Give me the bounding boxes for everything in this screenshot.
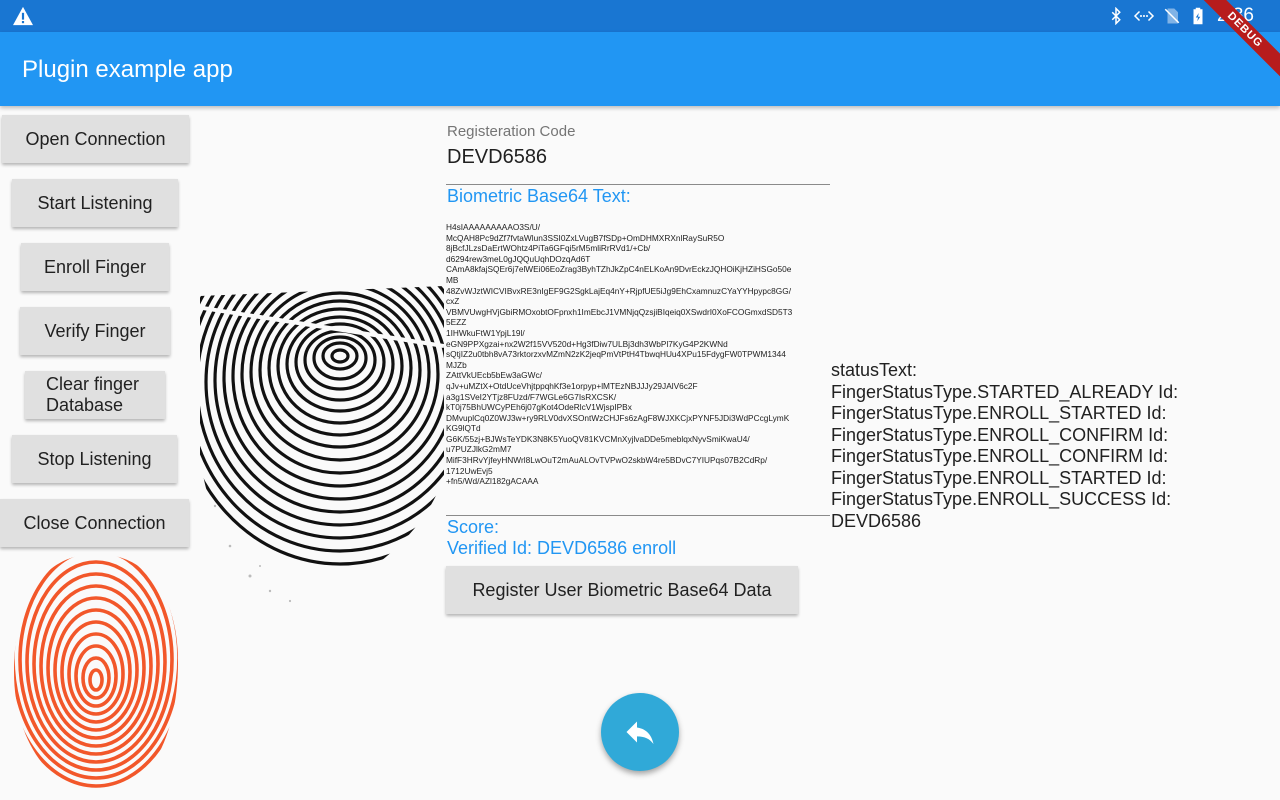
registration-code-field[interactable]: DEVD6586 xyxy=(447,146,547,169)
warning-icon xyxy=(13,6,33,26)
registration-code-label: Registeration Code xyxy=(447,123,576,140)
code-icon xyxy=(1133,10,1155,22)
start-listening-button[interactable]: Start Listening xyxy=(12,179,178,227)
verified-id-label: Verified Id: DEVD6586 enroll xyxy=(447,538,677,558)
open-connection-button[interactable]: Open Connection xyxy=(2,115,189,163)
clear-database-label-line1: Clear finger xyxy=(46,374,140,394)
status-text: statusText: FingerStatusType.STARTED_ALR… xyxy=(831,360,1179,531)
clear-database-label-line2: Database xyxy=(46,395,124,415)
bluetooth-icon xyxy=(1111,7,1121,25)
back-fab-button[interactable] xyxy=(601,693,679,771)
verify-finger-button[interactable]: Verify Finger xyxy=(20,307,170,355)
app-bar: Plugin example app xyxy=(0,32,1280,106)
biometric-field-underline xyxy=(446,515,830,516)
reply-icon xyxy=(626,721,654,744)
clear-finger-database-button[interactable]: Clear finger Database xyxy=(25,371,165,419)
status-bar: 2:36 xyxy=(0,0,1280,32)
enroll-finger-button[interactable]: Enroll Finger xyxy=(21,243,169,291)
battery-icon xyxy=(1193,7,1203,25)
stop-listening-button[interactable]: Stop Listening xyxy=(12,435,177,483)
biometric-base64-label: Biometric Base64 Text: xyxy=(447,186,631,206)
biometric-base64-text[interactable]: H4sIAAAAAAAAAO3S/U/ McQAH8Pc9dZf7fvtaWlu… xyxy=(446,222,826,512)
no-sim-icon xyxy=(1164,8,1180,24)
fingerprint-image xyxy=(190,286,444,603)
score-label: Score: xyxy=(447,517,500,537)
fingerprint-logo xyxy=(14,554,178,788)
close-connection-button[interactable]: Close Connection xyxy=(0,499,189,547)
app-title: Plugin example app xyxy=(22,56,233,83)
registration-field-underline xyxy=(446,184,830,185)
register-user-biometric-button[interactable]: Register User Biometric Base64 Data xyxy=(446,566,798,614)
